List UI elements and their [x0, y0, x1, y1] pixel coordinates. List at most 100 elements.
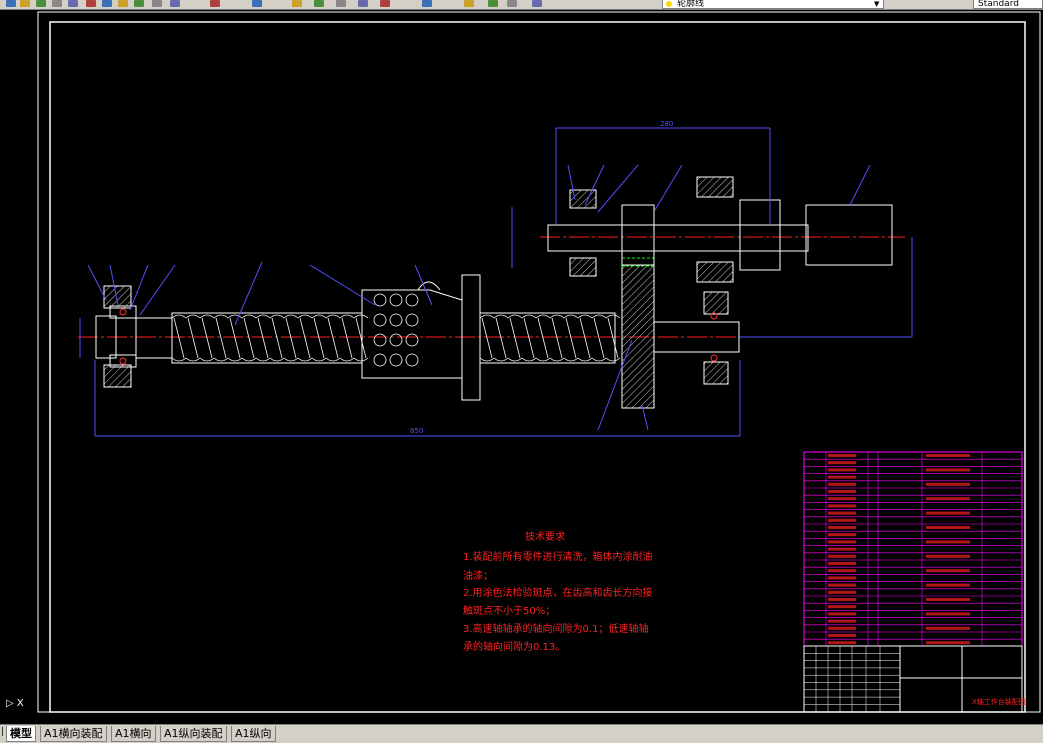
drawing-title: X轴工作台装配图 — [972, 697, 1026, 706]
parts-row-text — [828, 540, 856, 544]
parts-list-rows — [803, 451, 1023, 646]
nut-ball — [389, 293, 403, 307]
nut-ball — [405, 353, 419, 367]
tech-requirements-title: 技术要求 — [525, 530, 565, 543]
help-icon[interactable] — [505, 0, 519, 8]
zoom-previous-icon[interactable] — [312, 0, 326, 8]
parts-row-text — [828, 461, 856, 465]
thread-tooth — [311, 314, 327, 362]
parts-row-spec — [926, 598, 970, 601]
thread-tooth — [353, 314, 369, 362]
designcenter-icon[interactable] — [356, 0, 370, 8]
sheetset-icon[interactable] — [420, 0, 434, 8]
leader-1 — [87, 264, 107, 301]
thread-tooth — [591, 314, 607, 362]
tab-a1-vertical[interactable]: A1纵向 — [231, 726, 276, 742]
stepper-motor — [805, 204, 893, 266]
pan-icon[interactable] — [208, 0, 222, 8]
matchprop-icon[interactable] — [132, 0, 146, 8]
parts-row-text — [828, 583, 856, 587]
parts-row-text — [828, 511, 856, 515]
parts-row-text — [828, 569, 856, 573]
drive-housing-top-mid — [696, 176, 734, 198]
open-icon[interactable] — [18, 0, 32, 8]
leader-3 — [129, 264, 149, 311]
nut-ball — [405, 313, 419, 327]
left-ball-top — [119, 308, 127, 316]
parts-row-text — [828, 612, 856, 616]
parts-row-spec — [926, 554, 970, 558]
thread-tooth — [255, 314, 271, 362]
zoom-realtime-icon[interactable] — [250, 0, 264, 8]
properties-icon[interactable] — [334, 0, 348, 8]
parts-row-text — [828, 554, 856, 558]
thread-tooth — [549, 314, 565, 362]
nut-ball — [373, 293, 387, 307]
tab-a1-vertical-assembly[interactable]: A1纵向装配 — [160, 726, 227, 742]
drawing-canvas[interactable]: 850 280 技术要求 1.装配前所有零件进行清洗，箱体内涂耐油 油漆； 2.… — [0, 10, 1043, 724]
tech-requirement-line: 2.用涂色法检验斑点，在齿高和齿长方向接 — [463, 586, 653, 599]
screw-thread-pattern-left — [171, 314, 369, 362]
tech-requirement-line: 触斑点不小于50%； — [463, 604, 555, 617]
thread-tooth — [479, 314, 495, 362]
preview-icon[interactable] — [66, 0, 80, 8]
parts-row-text — [828, 590, 856, 594]
thread-tooth — [213, 314, 229, 362]
title-block: X轴工作台装配图 — [803, 645, 1026, 713]
parts-row-spec — [926, 569, 970, 573]
thread-tooth — [339, 314, 355, 362]
parts-row-text — [828, 547, 856, 551]
toolpalette-icon[interactable] — [378, 0, 392, 8]
parts-row-text — [828, 454, 856, 457]
save-icon[interactable] — [34, 0, 48, 8]
thread-tooth — [563, 314, 579, 362]
new-icon[interactable] — [4, 0, 18, 8]
nut-ball — [373, 333, 387, 347]
nut-ball — [389, 313, 403, 327]
layer-manager-icon[interactable] — [530, 0, 544, 8]
parts-row-spec — [926, 454, 970, 457]
layer-dropdown[interactable]: 轮廓线 ▼ — [662, 0, 884, 9]
tab-model[interactable]: 模型 — [6, 726, 36, 742]
calculator-icon[interactable] — [486, 0, 500, 8]
tab-a1-horizontal[interactable]: A1横向 — [111, 726, 156, 742]
parts-row-spec — [926, 641, 970, 645]
redo-icon[interactable] — [168, 0, 182, 8]
thread-tooth — [199, 314, 215, 362]
text-style-dropdown[interactable]: Standard — [973, 0, 1043, 9]
parts-row-spec — [926, 612, 970, 616]
coupling — [739, 199, 781, 271]
parts-row-text — [828, 482, 856, 486]
tab-first-icon[interactable]: | — [1, 727, 4, 737]
layer-bulb-icon — [666, 1, 672, 7]
cad-toolbar: 轮廓线 ▼ Standard — [0, 0, 1043, 10]
copy-icon[interactable] — [100, 0, 114, 8]
paste-icon[interactable] — [116, 0, 130, 8]
drive-shaft-assembly — [540, 176, 905, 283]
nut-ball — [405, 293, 419, 307]
parts-row-text — [828, 562, 856, 565]
chevron-down-icon[interactable]: ▼ — [874, 0, 882, 9]
nut-ball — [373, 313, 387, 327]
nut-ball — [389, 333, 403, 347]
zoom-window-icon[interactable] — [290, 0, 304, 8]
thread-tooth — [297, 314, 313, 362]
overall-length-dim-text: 850 — [410, 427, 423, 435]
parts-row-text — [828, 576, 856, 580]
parts-row-spec — [926, 511, 970, 515]
ball-nut-balls — [373, 293, 419, 367]
nut-return-tube — [417, 281, 441, 291]
tab-a1-horizontal-assembly[interactable]: A1横向装配 — [40, 726, 107, 742]
parts-row-spec — [926, 468, 970, 472]
print-icon[interactable] — [50, 0, 64, 8]
markup-icon[interactable] — [462, 0, 476, 8]
thread-tooth — [269, 314, 285, 362]
parts-row-text — [828, 605, 856, 609]
cut-icon[interactable] — [84, 0, 98, 8]
layer-current-value: 轮廓线 — [677, 0, 705, 9]
tech-requirement-line: 油漆； — [463, 569, 493, 582]
tech-requirements: 技术要求 1.装配前所有零件进行清洗，箱体内涂耐油 油漆； 2.用涂色法检验斑点… — [463, 530, 653, 653]
parts-row-text — [828, 526, 856, 529]
parts-row-text — [828, 598, 856, 601]
undo-icon[interactable] — [150, 0, 164, 8]
